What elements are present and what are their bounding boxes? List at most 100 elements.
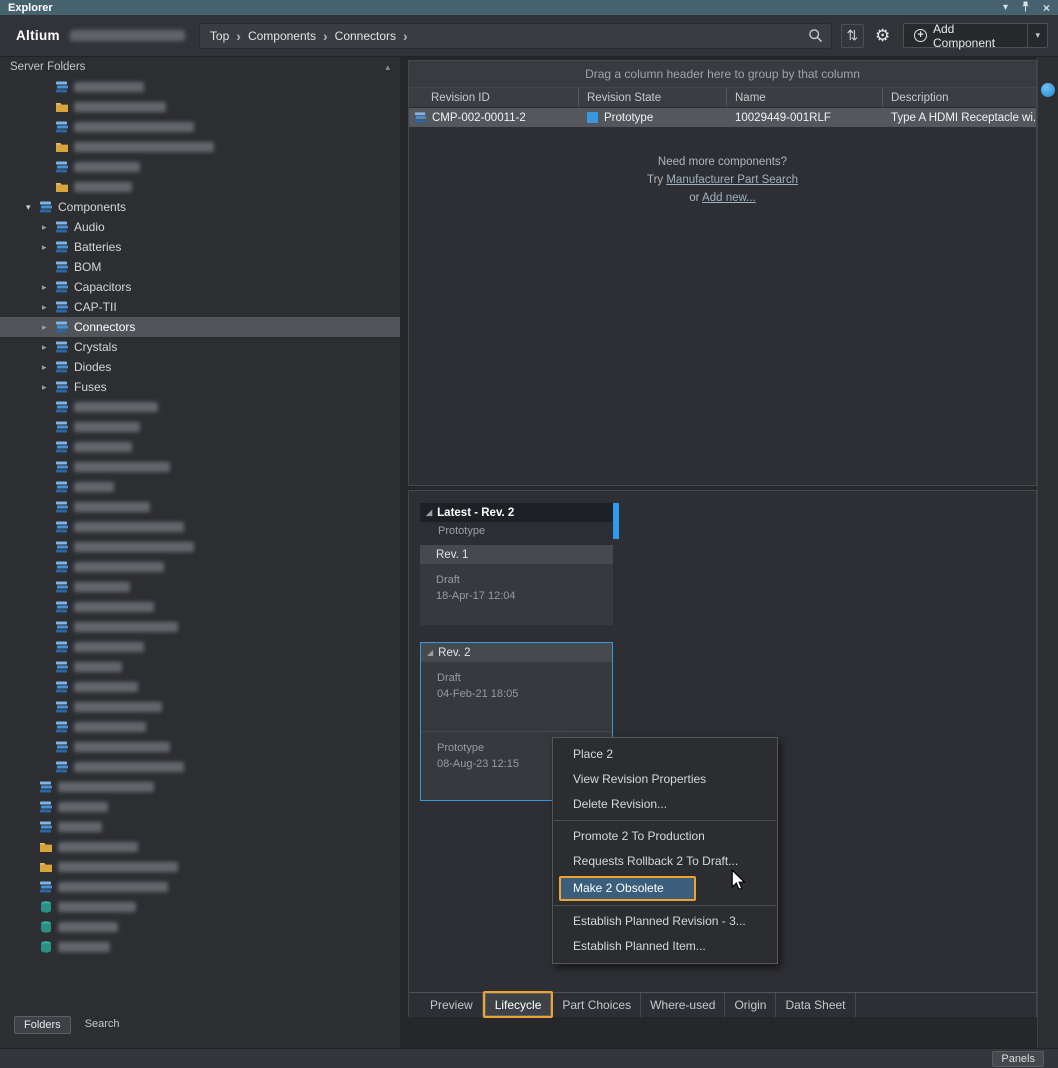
- tab-search[interactable]: Search: [76, 1016, 129, 1034]
- collapse-arrow-icon[interactable]: ▾: [26, 202, 39, 213]
- tree-item[interactable]: [0, 837, 400, 857]
- tree-item[interactable]: [0, 77, 400, 97]
- redacted-label: [74, 542, 194, 552]
- menu-item-delete-revision[interactable]: Delete Revision...: [553, 792, 777, 817]
- column-header-description[interactable]: Description: [883, 88, 1036, 107]
- tree-item[interactable]: [0, 157, 400, 177]
- expand-arrow-icon[interactable]: ▸: [42, 222, 55, 233]
- tree-item-fuses[interactable]: ▸Fuses: [0, 377, 400, 397]
- add-component-button[interactable]: + Add Component: [903, 23, 1028, 48]
- breadcrumb-components[interactable]: Components: [246, 29, 318, 43]
- expand-arrow-icon[interactable]: ▸: [42, 382, 55, 393]
- menu-item-establish-planned-revision[interactable]: Establish Planned Revision - 3...: [553, 909, 777, 934]
- search-icon[interactable]: [808, 28, 823, 43]
- tree-item[interactable]: [0, 917, 400, 937]
- tree-item[interactable]: [0, 677, 400, 697]
- tab-preview[interactable]: Preview: [421, 993, 483, 1017]
- collapsed-panel-icon[interactable]: [1041, 83, 1055, 97]
- tab-origin[interactable]: Origin: [725, 993, 776, 1017]
- menu-item-place-2[interactable]: Place 2: [553, 742, 777, 767]
- tree-item[interactable]: [0, 397, 400, 417]
- component-icon: [414, 111, 427, 124]
- tree-item-crystals[interactable]: ▸Crystals: [0, 337, 400, 357]
- gear-icon[interactable]: ⚙: [875, 26, 890, 46]
- tree-item[interactable]: [0, 937, 400, 957]
- expand-arrow-icon[interactable]: ▸: [42, 302, 55, 313]
- add-component-dropdown[interactable]: ▾: [1028, 23, 1048, 48]
- manufacturer-part-search-link[interactable]: Manufacturer Part Search: [666, 174, 798, 186]
- tree-item[interactable]: [0, 457, 400, 477]
- rev2-state-draft[interactable]: Draft 04-Feb-21 18:05: [421, 662, 612, 731]
- expand-arrow-icon[interactable]: ▸: [42, 322, 55, 333]
- breadcrumb-top[interactable]: Top: [208, 29, 231, 43]
- lifecycle-card-latest[interactable]: ◢ Latest - Rev. 2 Prototype: [420, 503, 613, 539]
- close-icon[interactable]: ×: [1043, 2, 1050, 14]
- tree-item[interactable]: [0, 557, 400, 577]
- tree-item[interactable]: [0, 697, 400, 717]
- column-header-name[interactable]: Name: [727, 88, 883, 107]
- tree-item[interactable]: [0, 637, 400, 657]
- tree-item-diodes[interactable]: ▸Diodes: [0, 357, 400, 377]
- tab-data-sheet[interactable]: Data Sheet: [776, 993, 855, 1017]
- chevron-down-icon[interactable]: ▾: [1003, 3, 1008, 13]
- menu-item-promote-2-to-production[interactable]: Promote 2 To Production: [553, 824, 777, 849]
- rev2-card-title: Rev. 2: [438, 647, 470, 659]
- tree-item[interactable]: [0, 877, 400, 897]
- tree-item-components[interactable]: ▾Components: [0, 197, 400, 217]
- tree-item[interactable]: [0, 477, 400, 497]
- collapse-section-icon[interactable]: ▴: [385, 62, 390, 73]
- tree-item[interactable]: [0, 777, 400, 797]
- column-header-revision-id[interactable]: Revision ID: [409, 88, 579, 107]
- mouse-cursor: [730, 869, 746, 894]
- tab-where-used[interactable]: Where-used: [641, 993, 725, 1017]
- expand-arrow-icon[interactable]: ▸: [42, 282, 55, 293]
- tree-item[interactable]: [0, 517, 400, 537]
- tab-part-choices[interactable]: Part Choices: [553, 993, 641, 1017]
- add-component-label: Add Component: [933, 22, 1017, 50]
- tree-item-connectors[interactable]: ▸Connectors: [0, 317, 400, 337]
- tree-item[interactable]: [0, 137, 400, 157]
- tree-item-batteries[interactable]: ▸Batteries: [0, 237, 400, 257]
- group-by-hint[interactable]: Drag a column header here to group by th…: [409, 61, 1036, 88]
- tree-item[interactable]: [0, 537, 400, 557]
- breadcrumb-connectors[interactable]: Connectors: [333, 29, 398, 43]
- tree-item[interactable]: [0, 417, 400, 437]
- tree-item[interactable]: [0, 737, 400, 757]
- tree-item[interactable]: [0, 437, 400, 457]
- components-folder-icon: [55, 740, 74, 754]
- tree-item[interactable]: [0, 597, 400, 617]
- pin-icon[interactable]: [1021, 1, 1030, 15]
- tree-item[interactable]: [0, 97, 400, 117]
- tree-item[interactable]: [0, 797, 400, 817]
- tree-item[interactable]: [0, 717, 400, 737]
- menu-item-view-revision-properties[interactable]: View Revision Properties: [553, 767, 777, 792]
- tree-item[interactable]: [0, 617, 400, 637]
- add-new-link[interactable]: Add new...: [702, 192, 756, 204]
- expand-arrow-icon[interactable]: ▸: [42, 362, 55, 373]
- tree-item-cap-tii[interactable]: ▸CAP-TII: [0, 297, 400, 317]
- tree-item[interactable]: [0, 817, 400, 837]
- tree-item[interactable]: [0, 177, 400, 197]
- lifecycle-card-rev1[interactable]: Rev. 1 Draft 18-Apr-17 12:04: [420, 545, 613, 625]
- tab-folders[interactable]: Folders: [14, 1016, 71, 1034]
- redacted-label: [58, 862, 178, 872]
- tree-item[interactable]: [0, 117, 400, 137]
- tree-item-bom[interactable]: BOM: [0, 257, 400, 277]
- tree-item-capacitors[interactable]: ▸Capacitors: [0, 277, 400, 297]
- tree-item[interactable]: [0, 657, 400, 677]
- tree-item[interactable]: [0, 897, 400, 917]
- column-header-revision-state[interactable]: Revision State: [579, 88, 727, 107]
- expand-arrow-icon[interactable]: ▸: [42, 342, 55, 353]
- tree-item[interactable]: [0, 497, 400, 517]
- panels-button[interactable]: Panels: [992, 1051, 1044, 1067]
- table-row[interactable]: CMP-002-00011-2 Prototype 10029449-001RL…: [409, 108, 1036, 127]
- expand-arrow-icon[interactable]: ▸: [42, 242, 55, 253]
- tree-item[interactable]: [0, 757, 400, 777]
- tab-lifecycle[interactable]: Lifecycle: [485, 993, 552, 1016]
- tree-item-audio[interactable]: ▸Audio: [0, 217, 400, 237]
- menu-item-establish-planned-item[interactable]: Establish Planned Item...: [553, 934, 777, 959]
- tree-item[interactable]: [0, 857, 400, 877]
- tree-item[interactable]: [0, 577, 400, 597]
- refresh-icon[interactable]: ⇅: [841, 24, 864, 48]
- components-folder-icon: [55, 280, 74, 294]
